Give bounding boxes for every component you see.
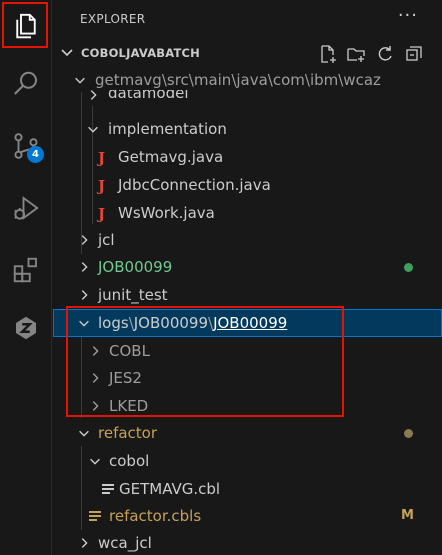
explorer-sidebar: EXPLORER ··· COBOLJAVABATCH getmavg\src\… [53, 0, 442, 555]
zowe-icon [16, 316, 36, 340]
explorer-title-row: EXPLORER ··· [53, 0, 442, 38]
chevron-right-icon [81, 538, 88, 548]
source-control-button[interactable] [0, 120, 52, 172]
run-debug-icon [14, 196, 39, 220]
folder-label: JES2 [109, 369, 142, 387]
zowe-button[interactable] [0, 302, 52, 354]
folder-label: LKED [109, 397, 149, 415]
workspace-section-header[interactable]: COBOLJAVABATCH [53, 40, 442, 66]
text-file-icon [102, 484, 114, 495]
tree-folder-refactor[interactable]: refactor [53, 419, 442, 447]
folder-label: JOB00099 [98, 258, 173, 276]
chevron-down-icon [88, 126, 98, 133]
folder-label: datamodel [108, 90, 189, 102]
tree-file-jdbcconnection-java[interactable]: J JdbcConnection.java [53, 171, 442, 199]
explorer-highlight-box [2, 2, 48, 48]
tree-folder-wca-jcl[interactable]: wca_jcl [53, 529, 442, 555]
new-folder-button[interactable] [346, 44, 366, 64]
chevron-right-icon [92, 401, 99, 411]
tree-file-getmavg-cbl[interactable]: GETMAVG.cbl [53, 475, 442, 503]
tree-file-getmavg-java[interactable]: J Getmavg.java [53, 143, 442, 171]
file-label: Getmavg.java [118, 148, 224, 166]
path-segment-job[interactable]: JOB00099 [134, 314, 208, 332]
new-folder-icon [347, 48, 365, 62]
chevron-right-icon [81, 262, 88, 272]
tree-folder-junit-test[interactable]: junit_test [53, 281, 442, 309]
file-label: JdbcConnection.java [118, 176, 271, 194]
tree-folder-implementation[interactable]: implementation [53, 115, 442, 143]
chevron-down-icon [79, 320, 89, 327]
folder-label: junit_test [98, 286, 168, 304]
tree-folder-jcl[interactable]: jcl [53, 226, 442, 254]
folder-label: cobol [109, 452, 150, 470]
file-label: WsWork.java [118, 204, 215, 222]
folder-label: wca_jcl [98, 534, 152, 552]
java-file-icon: J [98, 177, 106, 195]
folder-label: implementation [108, 120, 227, 138]
folder-label: refactor [98, 424, 158, 442]
tree-folder-job00099[interactable]: JOB00099 [53, 253, 442, 281]
tree-folder-cobol[interactable]: cobol [53, 447, 442, 475]
modified-dot-icon [404, 429, 413, 438]
explorer-title: EXPLORER [80, 12, 146, 26]
new-file-icon [321, 45, 336, 63]
more-actions-icon[interactable]: ··· [398, 5, 418, 26]
explorer-button[interactable] [0, 0, 52, 52]
untracked-dot-icon [404, 263, 413, 272]
chevron-right-icon [81, 235, 88, 245]
java-file-icon: J [98, 205, 106, 223]
refresh-button[interactable] [375, 44, 395, 64]
tree-folder-datamodel[interactable]: datamodel [53, 90, 442, 108]
collapse-all-button[interactable] [404, 44, 424, 64]
folder-label: jcl [98, 231, 115, 249]
chevron-down-icon [79, 430, 89, 437]
text-file-icon [89, 511, 101, 522]
file-label: refactor.cbls [109, 507, 202, 525]
path-segment-job-active[interactable]: JOB00099 [213, 314, 287, 332]
refresh-icon [378, 46, 392, 61]
source-control-badge: 4 [27, 146, 44, 163]
extensions-button[interactable] [0, 244, 52, 296]
tree-folder-jes2[interactable]: JES2 [53, 364, 442, 392]
extensions-icon [13, 257, 37, 283]
chevron-right-icon [81, 290, 88, 300]
chevron-right-icon [92, 346, 99, 356]
search-icon [14, 71, 37, 95]
modified-status-badge: M [401, 508, 414, 523]
workspace-title: COBOLJAVABATCH [81, 46, 200, 60]
tree-folder-cobl[interactable]: COBL [53, 337, 442, 365]
java-file-icon: J [98, 149, 106, 167]
search-button[interactable] [0, 58, 52, 110]
file-label: GETMAVG.cbl [119, 480, 221, 498]
tree-folder-logs-path[interactable]: logs\JOB00099\JOB00099 [53, 309, 442, 337]
chevron-down-icon [75, 77, 85, 84]
chevron-right-icon [90, 90, 97, 100]
logs-compact-path: logs\JOB00099\JOB00099 [98, 314, 288, 332]
tree-file-refactor-cbls[interactable]: refactor.cbls M [53, 502, 442, 530]
path-segment-logs[interactable]: logs [98, 314, 129, 332]
tree-file-wswork-java[interactable]: J WsWork.java [53, 199, 442, 227]
chevron-down-icon [90, 458, 100, 465]
chevron-right-icon [92, 373, 99, 383]
collapse-all-icon [406, 46, 422, 61]
activity-bar: 4 [0, 0, 52, 555]
new-file-button[interactable] [318, 44, 338, 64]
folder-label: COBL [109, 342, 150, 360]
chevron-down-icon [61, 49, 73, 57]
folder-label: getmavg\src\main\java\com\ibm\wcaz [95, 71, 381, 89]
tree-folder-lked[interactable]: LKED [53, 392, 442, 420]
run-debug-button[interactable] [0, 182, 52, 234]
